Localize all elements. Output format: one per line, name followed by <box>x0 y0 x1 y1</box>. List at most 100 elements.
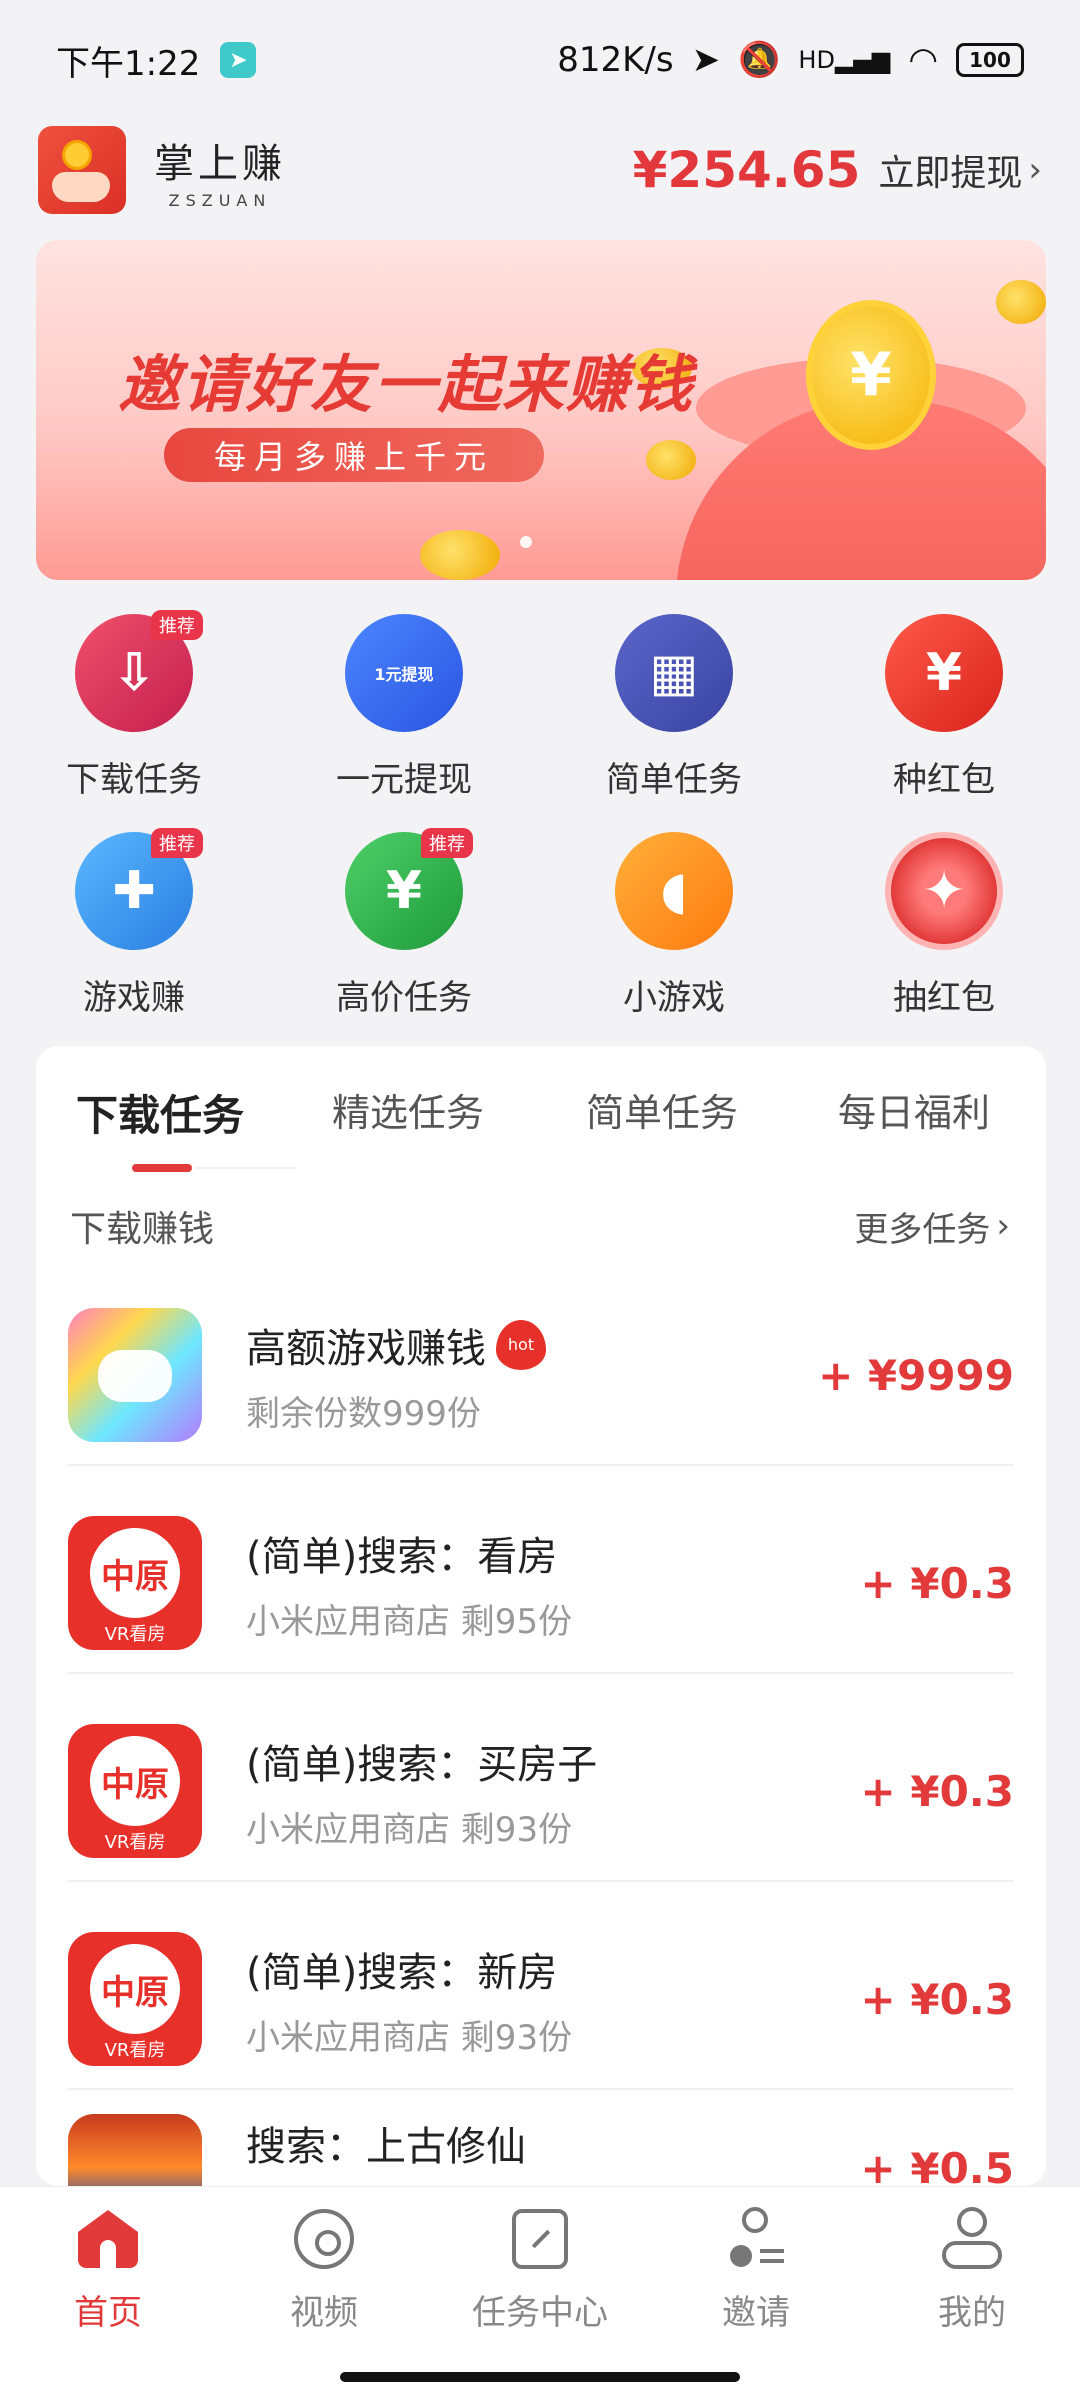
task-title: (简单)搜索：看房 <box>246 1533 558 1580</box>
gamepad-icon: ✚ 推荐 <box>75 828 203 950</box>
download-icon: ⇩ 推荐 <box>75 610 203 732</box>
nav-invite[interactable]: 邀请 <box>648 2207 864 2357</box>
section-title: 下载赚钱 <box>70 1209 215 1250</box>
app-icon-caption: VR看房 <box>104 2040 166 2061</box>
app-icon-text: 中原 <box>90 1944 180 2034</box>
shortcut-game-earn[interactable]: ✚ 推荐 游戏赚 <box>24 828 244 1032</box>
app-name-sub: ZSZUAN <box>168 190 272 210</box>
task-title: 搜索：上古修仙 <box>246 2124 526 2170</box>
brand: 掌上赚 ZSZUAN <box>38 126 286 214</box>
task-reward: + ¥0.3 <box>860 1766 1014 1816</box>
shortcut-one-yuan-withdraw[interactable]: 1元提现 一元提现 <box>294 614 514 814</box>
balance-amount: ¥254.65 <box>632 141 861 199</box>
network-speed: 812K/s <box>557 40 674 80</box>
task-subtitle: 剩余份数999份 <box>246 1393 481 1434</box>
shortcut-simple-task[interactable]: ▦ 简单任务 <box>564 614 784 814</box>
battery-level: 100 <box>969 48 1011 72</box>
task-item[interactable]: 中原 VR看房 (简单)搜索：看房 小米应用商店 剩95份 + ¥0.3 <box>68 1480 1014 1686</box>
task-item[interactable]: 中原 VR看房 (简单)搜索：买房子 小米应用商店 剩93份 + ¥0.3 <box>68 1688 1014 1894</box>
task-subtitle: 小米应用商店 剩95份 <box>246 1601 573 1642</box>
plant-icon: ¥ <box>885 614 1003 732</box>
game-app-icon <box>68 1308 202 1442</box>
nav-label: 任务中心 <box>472 2293 608 2333</box>
task-title: (简单)搜索：新房 <box>246 1949 558 1996</box>
bottom-nav: 首页 视频 任务中心 邀请 我的 <box>0 2186 1080 2400</box>
shortcut-draw-redpacket[interactable]: ✦ 抽红包 <box>834 832 1054 1032</box>
hot-badge-icon: hot <box>496 1319 546 1370</box>
shortcut-high-price-task[interactable]: ¥ 推荐 高价任务 <box>294 828 514 1032</box>
profile-icon <box>940 2207 1004 2271</box>
tab-download-task[interactable]: 下载任务 <box>76 1082 244 1143</box>
app-icon-caption: VR看房 <box>104 1624 166 1645</box>
shortcut-label: 一元提现 <box>336 760 472 800</box>
shortcut-label: 简单任务 <box>606 760 742 800</box>
home-icon <box>78 2210 138 2268</box>
task-reward: + ¥0.3 <box>860 1558 1014 1608</box>
chevron-right-icon: › <box>996 1206 1010 1246</box>
task-title: (简单)搜索：买房子 <box>246 1741 598 1788</box>
invite-banner[interactable]: ¥ 邀请好友一起来赚钱 每月多赚上千元 <box>36 240 1046 580</box>
task-reward: + ¥9999 <box>818 1350 1014 1400</box>
signal-icon: HD▂▄▆ <box>798 46 891 74</box>
shortcut-download-task[interactable]: ⇩ 推荐 下载任务 <box>24 610 244 814</box>
tab-simple-task[interactable]: 简单任务 <box>586 1082 738 1137</box>
app-logo <box>38 126 126 214</box>
recommend-badge: 推荐 <box>151 610 203 640</box>
price-tag-icon: ¥ 推荐 <box>345 828 473 950</box>
task-tabs: 下载任务 精选任务 简单任务 每日福利 <box>36 1046 1046 1176</box>
task-title: 高额游戏赚钱 <box>246 1325 486 1372</box>
video-icon <box>294 2209 354 2269</box>
banner-title: 邀请好友一起来赚钱 <box>118 348 695 421</box>
tab-daily-benefit[interactable]: 每日福利 <box>838 1082 990 1137</box>
battery-icon: 100 <box>956 43 1024 77</box>
shortcut-mini-game[interactable]: ◖ 小游戏 <box>564 832 784 1032</box>
app-icon-caption: VR看房 <box>104 1832 166 1853</box>
zhongyuan-app-icon: 中原 VR看房 <box>68 1724 202 1858</box>
app-icon-text: 中原 <box>90 1736 180 1826</box>
nav-label: 视频 <box>290 2293 358 2333</box>
network-type: HD <box>798 46 835 74</box>
task-card: 下载任务 精选任务 简单任务 每日福利 下载赚钱 更多任务 › 高额游戏赚钱 h… <box>36 1046 1046 2186</box>
wheel-icon: ✦ <box>885 832 1003 950</box>
task-subtitle: 小米应用商店 剩93份 <box>246 2017 573 2058</box>
location-icon: ➤ <box>691 40 721 80</box>
nav-home[interactable]: 首页 <box>0 2207 216 2357</box>
shortcut-label: 游戏赚 <box>83 978 185 1018</box>
task-reward: + ¥0.5 <box>860 2144 1014 2186</box>
active-tab-indicator <box>132 1164 192 1172</box>
shortcut-label: 高价任务 <box>336 978 472 1018</box>
section-header: 下载赚钱 更多任务 › <box>70 1196 1010 1256</box>
invite-icon <box>724 2207 788 2271</box>
wallet-icon: 1元提现 <box>345 614 463 732</box>
more-tasks-link[interactable]: 更多任务 › <box>854 1202 1010 1251</box>
withdraw-label: 立即提现 <box>878 153 1023 194</box>
nav-profile[interactable]: 我的 <box>864 2207 1080 2357</box>
app-header: 掌上赚 ZSZUAN ¥254.65 立即提现 › <box>38 120 1042 220</box>
task-subtitle: 小米应用商店 剩93份 <box>246 1809 573 1850</box>
wifi-icon: ◠ <box>908 40 938 80</box>
recommend-badge: 推荐 <box>151 828 203 858</box>
task-item[interactable]: 高额游戏赚钱 hot 剩余份数999份 + ¥9999 <box>68 1272 1014 1478</box>
yuan-coin-icon: ¥ <box>806 300 936 450</box>
banner-subtitle: 每月多赚上千元 <box>164 428 544 482</box>
task-item[interactable]: 搜索：上古修仙 + ¥0.5 <box>68 2104 1014 2186</box>
tab-featured-task[interactable]: 精选任务 <box>332 1082 484 1137</box>
shortcut-grid: ⇩ 推荐 下载任务 1元提现 一元提现 ▦ 简单任务 ¥ 种红包 ✚ 推荐 游戏… <box>0 600 1080 1030</box>
withdraw-button[interactable]: 立即提现 › <box>878 144 1042 196</box>
nav-task-center[interactable]: 任务中心 <box>432 2207 648 2357</box>
fantasy-game-app-icon <box>68 2114 202 2186</box>
task-reward: + ¥0.3 <box>860 1974 1014 2024</box>
home-indicator[interactable] <box>340 2372 740 2382</box>
shortcut-label: 小游戏 <box>623 978 725 1018</box>
nav-label: 我的 <box>938 2293 1006 2333</box>
shortcut-label: 抽红包 <box>893 978 995 1018</box>
task-item[interactable]: 中原 VR看房 (简单)搜索：新房 小米应用商店 剩93份 + ¥0.3 <box>68 1896 1014 2102</box>
recommend-badge: 推荐 <box>421 828 473 858</box>
task-center-icon <box>512 2209 568 2269</box>
shortcut-label: 种红包 <box>893 760 995 800</box>
nav-video[interactable]: 视频 <box>216 2207 432 2357</box>
balance-area[interactable]: ¥254.65 立即提现 › <box>633 141 1042 199</box>
more-tasks-label: 更多任务 <box>854 1209 991 1250</box>
chevron-right-icon: › <box>1028 150 1042 190</box>
shortcut-plant-redpacket[interactable]: ¥ 种红包 <box>834 614 1054 814</box>
